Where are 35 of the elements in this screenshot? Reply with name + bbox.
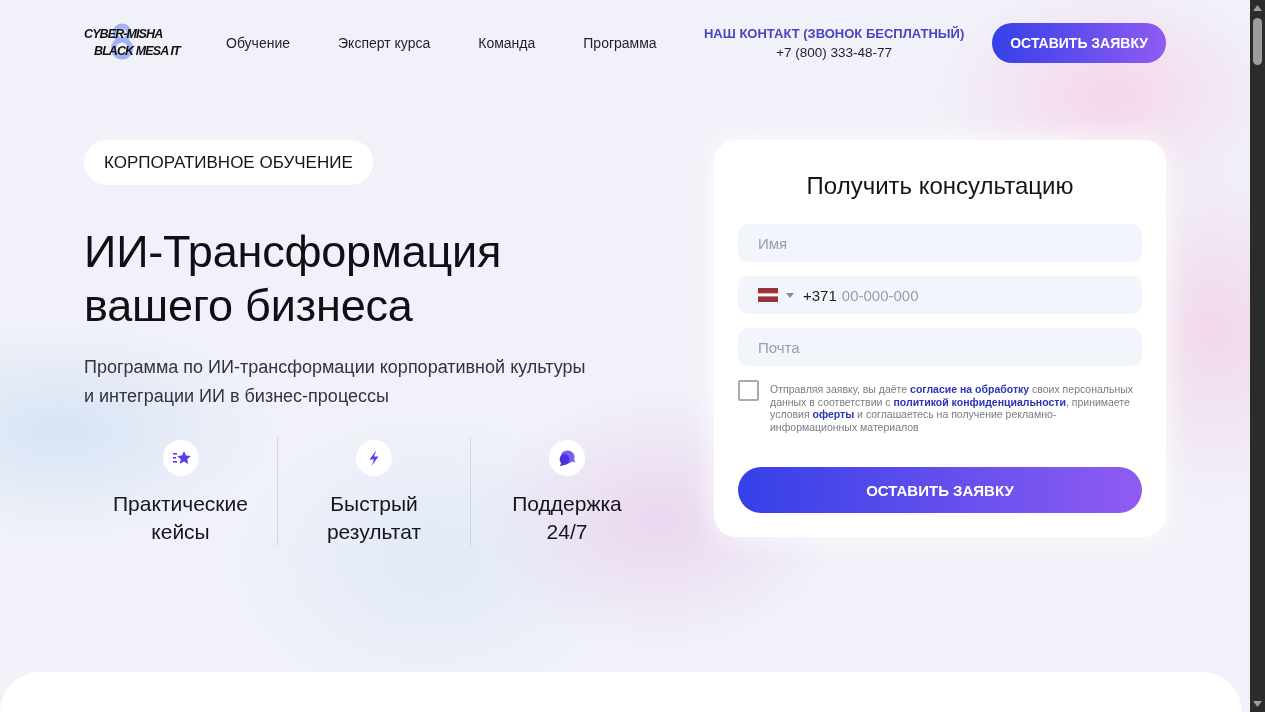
phone-field[interactable]: +371 00-000-000 (738, 276, 1142, 314)
scroll-up-icon[interactable] (1253, 5, 1262, 11)
scrollbar-thumb[interactable] (1253, 18, 1262, 65)
consent-checkbox[interactable] (738, 380, 759, 401)
email-input[interactable]: Почта (738, 328, 1142, 366)
nav-link[interactable]: Обучение (226, 35, 291, 51)
consent-link[interactable]: политикой конфиденциальности (893, 395, 1066, 408)
phone-code: +371 (803, 286, 837, 304)
nav-link[interactable]: Команда (478, 35, 536, 51)
submit-button[interactable]: ОСТАВИТЬ ЗАЯВКУ (738, 467, 1142, 513)
contact-title: НАШ КОНТАКТ (ЗВОНОК БЕСПЛАТНЫЙ) (704, 25, 965, 43)
hero-title: ИИ-Трансформация вашего бизнеса (84, 225, 503, 333)
hero-subtitle: Программа по ИИ-трансформации корпоративной культуры и интеграции ИИ в бизнес-процессы (84, 356, 587, 408)
nav-link[interactable]: Эксперт курса (338, 35, 431, 51)
contact-phone[interactable]: +7 (800) 333-48-77 (776, 43, 893, 62)
lightning-icon (356, 440, 392, 476)
consent-link[interactable]: согласие на обработку (910, 383, 1030, 395)
feature-label: Быстрый результат (325, 491, 423, 545)
caret-icon (786, 292, 794, 298)
scroll-down-icon[interactable] (1253, 701, 1262, 707)
consent-link[interactable]: оферты (812, 408, 855, 420)
flag-icon (758, 288, 778, 302)
request-button[interactable]: ОСТАВИТЬ ЗАЯВКУ (992, 23, 1166, 63)
phone-input[interactable]: 00-000-000 (836, 276, 1142, 314)
consent-text: Отправляя заявку, вы даёте согласие на обработку своих персональных данных в соответствии с политикой конфиденциальности, принимаете условия оферты и соглашаетесь на получение рекламно-информационных материалов (770, 383, 1135, 433)
feature-label: Поддержка 24/7 (511, 491, 623, 545)
feature-label: Практические кейсы (112, 491, 249, 545)
chat-bubbles-icon (549, 440, 585, 476)
country-select[interactable] (758, 288, 794, 302)
category-badge: КОРПОРАТИВНОЕ ОБУЧЕНИЕ (84, 140, 373, 185)
name-input[interactable]: Имя (738, 224, 1142, 262)
scrollbar[interactable] (1250, 0, 1265, 712)
form-title: Получить консультацию (805, 171, 1075, 201)
nav-link[interactable]: Программа (583, 35, 657, 51)
logo-text[interactable]: CYBER-MISHA BLACK MESA IT (84, 24, 182, 60)
